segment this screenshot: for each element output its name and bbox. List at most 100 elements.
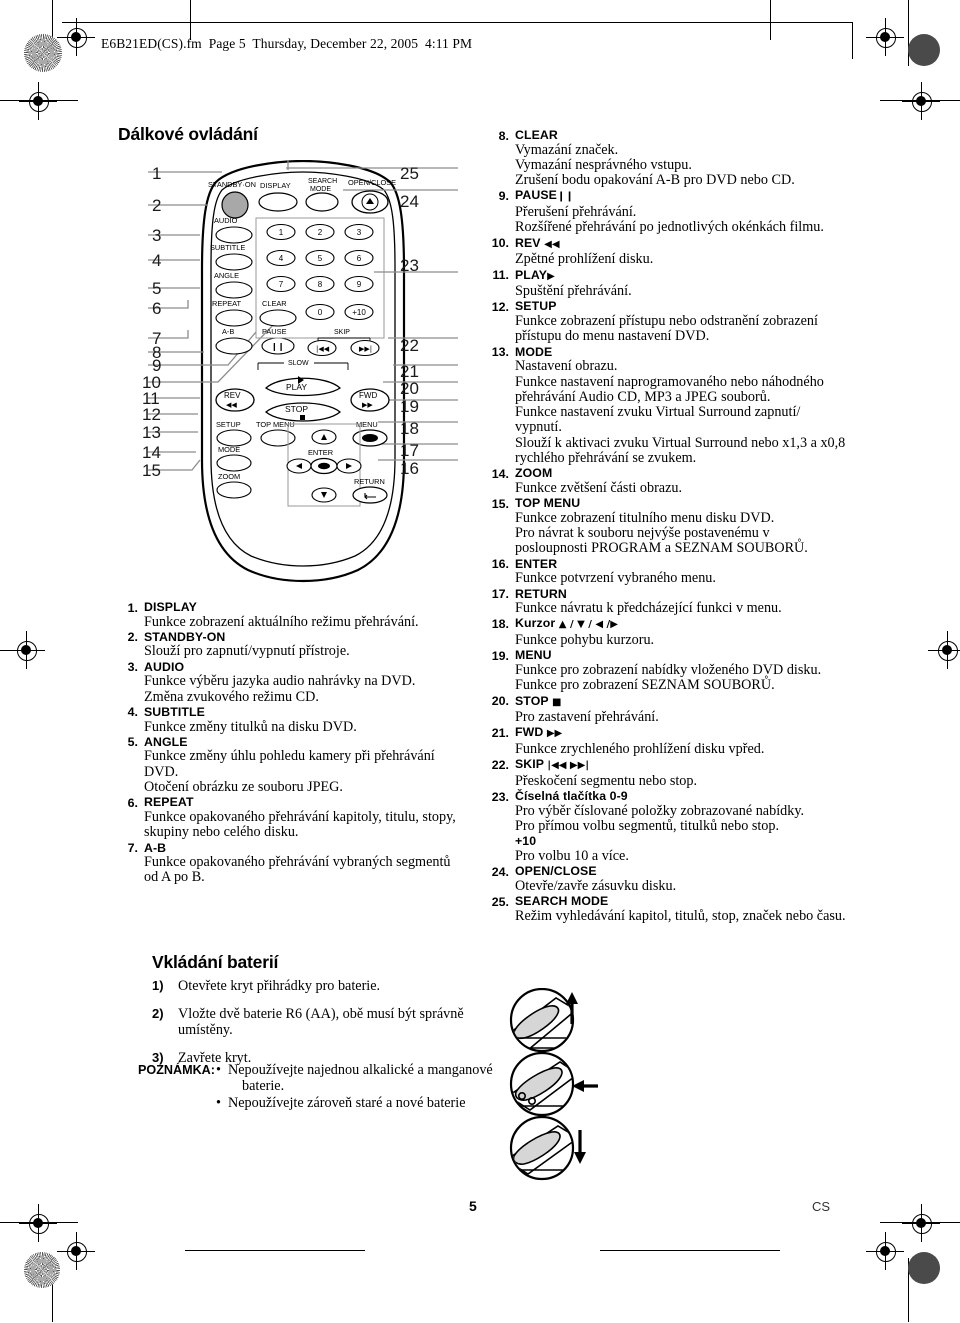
item-line: přehrávání Audio CD, MP3 a JPEG souborů.: [515, 388, 771, 405]
item-body: MENU Funkce pro zobrazení nabídky vložen…: [515, 648, 887, 693]
item-body: OPEN/CLOSE Otevře/zavře zásuvku disku.: [515, 864, 887, 894]
item-line: Funkce zobrazení titulního menu disku DV…: [515, 509, 775, 526]
svg-text:ENTER: ENTER: [308, 448, 333, 457]
item-title: OPEN/CLOSE: [515, 864, 597, 879]
list-item: 16. ENTER Funkce potvrzení vybraného men…: [487, 557, 887, 587]
svg-text:CLEAR: CLEAR: [262, 299, 287, 308]
function-list-left: 1. DISPLAY Funkce zobrazení aktuálního r…: [116, 600, 456, 886]
item-line: Zrušení bodu opakování A-B pro DVD nebo …: [515, 172, 795, 189]
svg-text:5: 5: [318, 254, 323, 263]
item-title: RETURN: [515, 586, 567, 601]
list-item: 14. ZOOM Funkce zvětšení části obrazu.: [487, 466, 887, 496]
callout-left-4: 4: [152, 251, 162, 270]
svg-text:8: 8: [318, 280, 323, 289]
registration-mark-left-upper: [19, 82, 57, 120]
item-body: ENTER Funkce potvrzení vybraného menu.: [515, 557, 887, 587]
registration-mark-left-lower: [19, 1204, 57, 1242]
list-item: 21. FWD ▶▶ Funkce zrychleného prohlížení…: [487, 725, 887, 757]
item-number: 9.: [498, 188, 509, 203]
item-number: 1.: [127, 600, 138, 615]
callout-right-20: 20: [400, 379, 419, 398]
item-line: Přerušení přehrávání.: [515, 204, 637, 221]
item-body: AUDIO Funkce výběru jazyka audio nahrávk…: [144, 660, 456, 705]
item-body: MODE Nastavení obrazu. Funkce nastavení …: [515, 345, 887, 467]
note-bullets: • Nepoužívejte najednou alkalické a manga…: [216, 1062, 518, 1111]
item-line: Funkce potvrzení vybraného menu.: [515, 570, 716, 587]
item-body: PLAY▶ Spuštění přehrávání.: [515, 268, 887, 300]
cursor-arrows-icon: ▲ / ▼ / ◀ /▶: [558, 619, 618, 631]
item-body: CLEAR Vymazání značek. Vymazání nesprávn…: [515, 128, 887, 188]
item-line: Funkce opakovaného přehrávání kapitoly, …: [144, 808, 456, 825]
list-item: 23. Číselná tlačítka 0-9 Pro výběr číslo…: [487, 789, 887, 864]
note-bullet-1: Nepoužívejte najednou alkalické a mangan…: [228, 1062, 493, 1094]
svg-text:A-B: A-B: [222, 327, 234, 336]
svg-text:ANGLE: ANGLE: [214, 271, 239, 280]
callout-right-16: 16: [400, 459, 419, 478]
callout-left-3: 3: [152, 226, 162, 245]
list-item: 2. STANDBY-ON Slouží pro zapnutí/vypnutí…: [116, 630, 456, 660]
list-item: 8. CLEAR Vymazání značek. Vymazání nespr…: [487, 128, 887, 188]
item-title: SUBTITLE: [144, 704, 205, 719]
item-title: ZOOM: [515, 466, 553, 481]
item-number: 23.: [491, 789, 509, 804]
item-title: REPEAT: [144, 795, 194, 810]
item-number: 6.: [127, 795, 138, 810]
item-line: Funkce opakovaného přehrávání vybraných …: [144, 854, 451, 886]
step-text: Vložte dvě baterie R6 (AA), obě musí být…: [178, 1006, 464, 1038]
battery-illustration-1: [509, 987, 578, 1053]
item-line: Vymazání nesprávného vstupu.: [515, 156, 692, 173]
item-line: Funkce zobrazení aktuálního režimu přehr…: [144, 613, 419, 630]
callout-left-6: 6: [152, 299, 162, 318]
svg-text:MODE: MODE: [310, 186, 331, 193]
language-code: CS: [812, 1199, 831, 1214]
item-line: Otevře/zavře zásuvku disku.: [515, 877, 677, 894]
item-line: rychlého přehrávání se zvukem.: [515, 450, 697, 467]
item-title: PLAY▶: [515, 268, 887, 285]
step-number: 2): [152, 1006, 164, 1021]
item-title-text: FWD: [515, 725, 544, 740]
list-item: 9. PAUSE❙❙ Přerušení přehrávání. Rozšíře…: [487, 188, 887, 235]
item-body: A-B Funkce opakovaného přehrávání vybran…: [144, 841, 456, 886]
note-label: POZNÁMKA:: [138, 1063, 215, 1077]
item-body: RETURN Funkce návratu k předcházející fu…: [515, 587, 887, 617]
callout-left-5: 5: [152, 279, 162, 298]
registration-mark-left-middle: [7, 631, 45, 669]
item-line: posloupnosti PROGRAM a SEZNAM SOUBORŮ.: [515, 540, 808, 557]
callout-left-12: 12: [142, 405, 161, 424]
svg-text:PLAY: PLAY: [286, 382, 307, 392]
battery-step: 2) Vložte dvě baterie R6 (AA), obě musí …: [152, 1006, 512, 1038]
svg-text:SKIP: SKIP: [334, 329, 350, 336]
item-body: DISPLAY Funkce zobrazení aktuálního reži…: [144, 600, 456, 630]
callout-right-19: 19: [400, 397, 419, 416]
item-subtitle-plus10: +10: [515, 834, 537, 849]
list-item: 25. SEARCH MODE Režim vyhledávání kapito…: [487, 894, 887, 924]
item-number: 25.: [491, 894, 509, 909]
item-body: ANGLE Funkce změny úhlu pohledu kamery p…: [144, 735, 456, 795]
battery-step: 1) Otevřete kryt přihrádky pro baterie.: [152, 978, 512, 994]
item-line: Pro přímou volbu segmentů, titulků nebo …: [515, 818, 780, 835]
item-title-text: SKIP: [515, 757, 544, 772]
item-title: SEARCH MODE: [515, 894, 609, 909]
item-body: SKIP |◀◀ ▶▶| Přeskočení segmentu nebo st…: [515, 757, 887, 789]
callout-left-15: 15: [142, 461, 161, 480]
list-item: 24. OPEN/CLOSE Otevře/zavře zásuvku disk…: [487, 864, 887, 894]
step-number: 1): [152, 978, 164, 993]
rewind-icon: ◀◀: [544, 238, 560, 250]
svg-text:◀◀: ◀◀: [226, 401, 237, 409]
svg-text:STOP: STOP: [285, 404, 308, 414]
note-bullet-1-line-1: Nepoužívejte najednou alkalické a mangan…: [228, 1062, 493, 1078]
item-number: 22.: [491, 757, 509, 772]
svg-text:REPEAT: REPEAT: [212, 299, 242, 308]
svg-text:3: 3: [357, 228, 362, 237]
item-title: STOP ■: [515, 694, 887, 711]
list-item: 4. SUBTITLE Funkce změny titulků na disk…: [116, 705, 456, 735]
play-icon: ▶: [547, 270, 555, 282]
item-body: STOP ■ Pro zastavení přehrávání.: [515, 694, 887, 726]
item-line: skupiny nebo celého disku.: [144, 824, 299, 841]
item-line: Změna zvukového režimu CD.: [144, 688, 319, 705]
svg-text:SLOW: SLOW: [288, 360, 309, 367]
density-patch-bottom-right: [908, 1252, 940, 1284]
svg-text:FWD: FWD: [359, 391, 377, 400]
svg-text:1: 1: [279, 228, 284, 237]
list-item: 6. REPEAT Funkce opakovaného přehrávání …: [116, 795, 456, 840]
